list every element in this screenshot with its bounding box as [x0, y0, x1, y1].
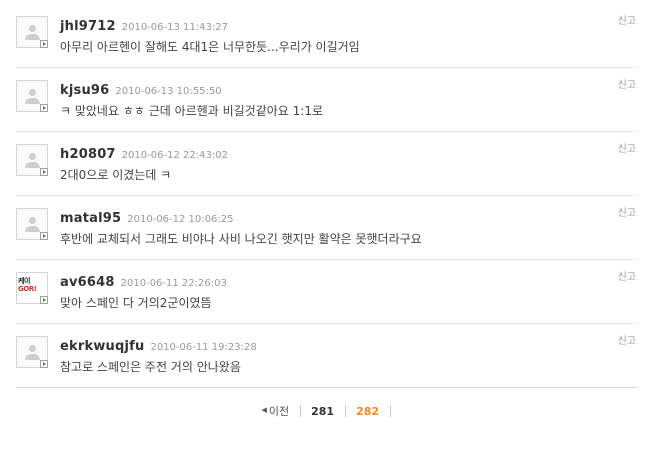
divider [344, 405, 346, 417]
comment-author[interactable]: jhl9712 [60, 19, 116, 34]
default-avatar-icon [29, 89, 36, 96]
comment-date: 2010-06-13 10:55:50 [115, 86, 222, 97]
comment-text: 후반에 교체되서 그래도 비야나 사비 나오긴 햇지만 활약은 못햇더라구요 [60, 232, 422, 246]
page-link-281[interactable]: 281 [311, 405, 334, 418]
comment-text: 2대0으로 이겼는데 ㅋ [60, 168, 172, 182]
comment-date: 2010-06-12 22:43:02 [121, 150, 228, 161]
comment-item: h20807 2010-06-12 22:43:02 2대0으로 이겼는데 ㅋ 신… [16, 132, 638, 196]
profile-link-icon[interactable] [40, 296, 48, 304]
comment-text: 맞아 스페인 다 거의2군이였뜸 [60, 296, 212, 310]
pagination: ◀ 이전 281 282 [0, 403, 659, 419]
avatar[interactable]: 케이 GOR! [16, 272, 48, 304]
report-link[interactable]: 신고 [618, 140, 636, 155]
profile-link-icon[interactable] [40, 360, 48, 368]
comment-item: ekrkwuqjfu 2010-06-11 19:23:28 참고로 스페인은 주… [16, 324, 638, 388]
comment-text: ㅋ 맞았네요 ㅎㅎ 근데 아르헨과 비길것같아요 1:1로 [60, 104, 324, 118]
avatar[interactable] [16, 208, 48, 240]
report-link[interactable]: 신고 [618, 12, 636, 27]
comment-author[interactable]: kjsu96 [60, 83, 109, 98]
report-link[interactable]: 신고 [618, 204, 636, 219]
comment-text: 아무리 아르헨이 잘해도 4대1은 너무한듯...우리가 이길거임 [60, 40, 360, 54]
default-avatar-icon [29, 345, 36, 352]
comment-list: jhl9712 2010-06-13 11:43:27 아무리 아르헨이 잘해도 … [16, 4, 638, 388]
report-link[interactable]: 신고 [618, 76, 636, 91]
divider [389, 405, 391, 417]
avatar[interactable] [16, 16, 48, 48]
comment-author[interactable]: h20807 [60, 147, 116, 162]
profile-link-icon[interactable] [40, 232, 48, 240]
avatar[interactable] [16, 336, 48, 368]
page-link-282-current[interactable]: 282 [356, 405, 379, 418]
comment-date: 2010-06-12 10:06:25 [127, 214, 234, 225]
arrow-left-icon: ◀ [261, 406, 267, 414]
comment-author[interactable]: av6648 [60, 275, 115, 290]
default-avatar-icon [29, 25, 36, 32]
prev-page-link[interactable]: ◀ 이전 [261, 403, 289, 419]
comment-text: 참고로 스페인은 주전 거의 안나왔음 [60, 360, 241, 374]
comment-item: matal95 2010-06-12 10:06:25 후반에 교체되서 그래도 … [16, 196, 638, 260]
comment-author[interactable]: ekrkwuqjfu [60, 339, 144, 354]
default-avatar-icon [29, 217, 36, 224]
default-avatar-icon [29, 153, 36, 160]
divider [299, 405, 301, 417]
report-link[interactable]: 신고 [618, 332, 636, 347]
comment-date: 2010-06-13 11:43:27 [121, 22, 228, 33]
report-link[interactable]: 신고 [618, 268, 636, 283]
comment-item: jhl9712 2010-06-13 11:43:27 아무리 아르헨이 잘해도 … [16, 4, 638, 68]
avatar[interactable] [16, 144, 48, 176]
comment-item: kjsu96 2010-06-13 10:55:50 ㅋ 맞았네요 ㅎㅎ 근데 아… [16, 68, 638, 132]
comment-date: 2010-06-11 19:23:28 [150, 342, 257, 353]
profile-link-icon[interactable] [40, 104, 48, 112]
custom-avatar-image: 케이 GOR! [18, 277, 37, 293]
comment-author[interactable]: matal95 [60, 211, 121, 226]
comment-date: 2010-06-11 22:26:03 [120, 278, 227, 289]
avatar[interactable] [16, 80, 48, 112]
profile-link-icon[interactable] [40, 40, 48, 48]
comment-item: 케이 GOR! av6648 2010-06-11 22:26:03 맞아 스페인… [16, 260, 638, 324]
profile-link-icon[interactable] [40, 168, 48, 176]
